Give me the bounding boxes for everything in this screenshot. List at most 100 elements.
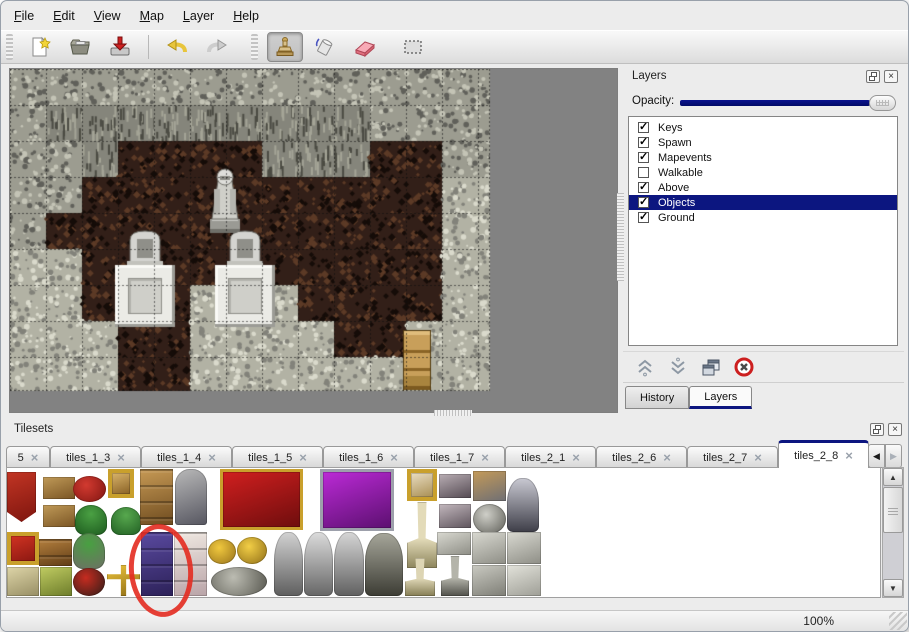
menu-item-map[interactable]: Map xyxy=(131,6,174,26)
horizontal-splitter[interactable] xyxy=(434,410,472,416)
redo-button[interactable] xyxy=(199,32,235,62)
opacity-slider-track[interactable] xyxy=(680,100,870,106)
tab-close-icon[interactable]: × xyxy=(117,453,125,463)
checkbox-checked[interactable]: ✓ xyxy=(638,152,649,163)
tileset-tile-stone-coffin-b[interactable] xyxy=(439,504,471,528)
tileset-tile-stone-pillar[interactable] xyxy=(441,556,469,596)
tileset-tile-parchment[interactable] xyxy=(7,567,39,596)
tileset-tile-wall-tile-3[interactable] xyxy=(507,532,541,564)
tileset-tile-framed-portrait[interactable] xyxy=(407,469,437,501)
tileset-tile-purple-throne[interactable] xyxy=(320,469,394,531)
tab-close-icon[interactable]: × xyxy=(299,453,307,463)
layer-row-ground[interactable]: ✓Ground xyxy=(629,210,897,225)
scroll-down-button[interactable]: ▼ xyxy=(883,579,903,597)
layer-move-up-button[interactable] xyxy=(633,355,657,379)
tilesets-float-button[interactable] xyxy=(870,423,884,436)
tab-close-icon[interactable]: × xyxy=(31,453,39,463)
menu-item-view[interactable]: View xyxy=(85,6,131,26)
tileset-tile-hooded-statue[interactable] xyxy=(274,532,303,596)
tileset-tile-palm-plant[interactable] xyxy=(75,505,107,535)
tileset-tile-wall-tile-2[interactable] xyxy=(472,532,506,564)
map-canvas[interactable] xyxy=(10,69,617,412)
tileset-tile-bookshelf[interactable] xyxy=(39,539,72,566)
tileset-tab-tiles_2_6[interactable]: tiles_2_6× xyxy=(596,446,687,468)
tab-close-icon[interactable]: × xyxy=(572,453,580,463)
layer-delete-button[interactable] xyxy=(732,355,756,379)
tab-scroll-left-button[interactable]: ◀ xyxy=(868,444,885,468)
fill-tool-button[interactable] xyxy=(307,32,343,62)
menu-item-edit[interactable]: Edit xyxy=(44,6,85,26)
toolbar-grip-2[interactable] xyxy=(251,34,258,60)
eraser-tool-button[interactable] xyxy=(347,32,383,62)
save-map-button[interactable] xyxy=(102,32,138,62)
layers-close-button[interactable]: × xyxy=(884,70,898,83)
checkbox-checked[interactable]: ✓ xyxy=(638,197,649,208)
tileset-tab-tiles_2_7[interactable]: tiles_2_7× xyxy=(687,446,778,468)
tab-close-icon[interactable]: × xyxy=(208,453,216,463)
tileset-tab-5[interactable]: 5× xyxy=(6,446,50,468)
tileset-tab-tiles_1_5[interactable]: tiles_1_5× xyxy=(232,446,323,468)
tab-close-icon[interactable]: × xyxy=(663,453,671,463)
tileset-tile-loom-bottom[interactable] xyxy=(43,505,75,527)
open-map-button[interactable] xyxy=(62,32,98,62)
checkbox-checked[interactable]: ✓ xyxy=(638,212,649,223)
tileset-tile-knight-armor[interactable] xyxy=(507,478,539,532)
tileset-tile-armor-pile[interactable] xyxy=(473,504,506,534)
tab-close-icon[interactable]: × xyxy=(481,453,489,463)
checkbox-checked[interactable]: ✓ xyxy=(638,137,649,148)
scroll-up-button[interactable]: ▲ xyxy=(883,468,903,486)
layer-row-keys[interactable]: ✓Keys xyxy=(629,120,897,135)
dock-tab-layers[interactable]: Layers xyxy=(689,386,752,409)
tileset-tile-wood-bench[interactable] xyxy=(473,471,506,501)
tileset-tab-tiles_2_8[interactable]: tiles_2_8× xyxy=(778,440,869,468)
layer-row-walkable[interactable]: Walkable xyxy=(629,165,897,180)
tileset-tile-bush-plant[interactable] xyxy=(111,507,141,535)
tileset-tile-gold-pile[interactable] xyxy=(237,537,267,564)
layer-move-down-button[interactable] xyxy=(666,355,690,379)
tileset-tab-tiles_1_7[interactable]: tiles_1_7× xyxy=(414,446,505,468)
tab-close-icon[interactable]: × xyxy=(754,453,762,463)
checkbox-checked[interactable]: ✓ xyxy=(638,122,649,133)
resize-grip[interactable] xyxy=(889,612,907,630)
tileset-tab-tiles_1_4[interactable]: tiles_1_4× xyxy=(141,446,232,468)
tileset-tile-red-cushion[interactable] xyxy=(73,476,106,502)
tileset-tile-green-flag[interactable] xyxy=(40,567,72,596)
undo-button[interactable] xyxy=(159,32,195,62)
layer-row-objects[interactable]: ✓Objects xyxy=(629,195,897,210)
tileset-tile-stone-coffin-a[interactable] xyxy=(439,474,471,498)
tileset-tile-gold-chain[interactable] xyxy=(208,539,236,564)
tileset-tile-rock-pile[interactable] xyxy=(211,567,267,596)
tileset-tile-loom-top[interactable] xyxy=(43,477,75,499)
stamp-tool-button[interactable] xyxy=(267,32,303,62)
select-tool-button[interactable] xyxy=(395,32,431,62)
tileset-tile-wall-tile-4[interactable] xyxy=(472,565,506,596)
tileset-tile-red-stool[interactable] xyxy=(73,568,105,596)
tileset-tile-wall-tile-5[interactable] xyxy=(507,565,541,596)
tileset-tile-potted-palm[interactable] xyxy=(73,533,105,569)
tileset-tile-angel-statue-1[interactable] xyxy=(304,532,333,596)
tileset-tile-red-throne[interactable] xyxy=(220,469,303,530)
tileset-tile-stone-gate[interactable] xyxy=(175,469,207,525)
tileset-tile-angel-statue-2[interactable] xyxy=(334,532,364,596)
layers-float-button[interactable] xyxy=(866,70,880,83)
layer-row-mapevents[interactable]: ✓Mapevents xyxy=(629,150,897,165)
tileset-tile-wall-tile-1[interactable] xyxy=(437,532,471,555)
layer-duplicate-button[interactable] xyxy=(699,355,723,379)
tab-close-icon[interactable]: × xyxy=(845,451,853,461)
menu-item-help[interactable]: Help xyxy=(224,6,269,26)
tilesets-close-button[interactable]: × xyxy=(888,423,902,436)
dock-tab-history[interactable]: History xyxy=(625,386,689,409)
new-map-button[interactable] xyxy=(22,32,58,62)
scrollbar-thumb[interactable] xyxy=(883,487,903,533)
checkbox-checked[interactable]: ✓ xyxy=(638,182,649,193)
tileset-tile-red-crest[interactable] xyxy=(7,532,39,565)
tileset-tile-gargoyle-statue[interactable] xyxy=(365,533,403,596)
tileset-tile-red-banner[interactable] xyxy=(7,472,36,522)
layer-row-spawn[interactable]: ✓Spawn xyxy=(629,135,897,150)
tileset-tab-tiles_1_3[interactable]: tiles_1_3× xyxy=(50,446,141,468)
menu-item-layer[interactable]: Layer xyxy=(174,6,224,26)
tileset-tile-vanity-mirror[interactable] xyxy=(108,469,134,498)
checkbox-unchecked[interactable] xyxy=(638,167,649,178)
tileset-tile-wooden-door[interactable] xyxy=(140,469,173,525)
tab-scroll-right-button[interactable]: ▶ xyxy=(885,444,902,468)
